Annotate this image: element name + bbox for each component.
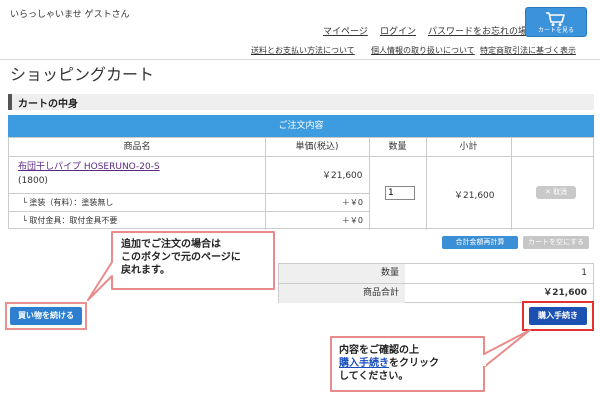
order-summary: 数量 1 商品合計 ￥21,600 (278, 263, 594, 303)
table-divider (9, 193, 369, 194)
column-header-unit-price: 単価(税込) (295, 142, 339, 152)
cart-table: 商品名 単価(税込) 数量 小計 布団干しパイプ HOSERUNO-20-S (… (8, 137, 594, 230)
nav-privacy-link[interactable]: 個人情報の取り扱いについて (371, 45, 475, 56)
nav-mypage-link[interactable]: マイページ (323, 24, 368, 37)
page-title: ショッピングカート (10, 65, 155, 84)
nav-legal-notice-link[interactable]: 特定商取引法に基づく表示 (480, 45, 576, 56)
order-table-header: ご注文内容 (8, 115, 594, 137)
continue-callout-text: 追加でご注文の場合は このボタンで元のページに 戻れます。 (121, 238, 241, 277)
nav-login-link[interactable]: ログイン (380, 24, 416, 37)
cart-section-title: カートの中身 (18, 99, 78, 110)
checkout-callout-line: してください。 (339, 371, 409, 382)
recalculate-button[interactable]: 合計金額再計算 (442, 236, 518, 249)
table-divider (9, 211, 369, 212)
continue-callout-line: 追加でご注文の場合は (121, 239, 221, 250)
nav-forgot-password-link[interactable]: パスワードをお忘れの場合 (428, 24, 536, 37)
shopping-cart-icon (546, 12, 565, 27)
view-cart-label: カートを見る (537, 27, 574, 34)
continue-callout-line: 戻れます。 (121, 265, 170, 276)
checkout-callout-line: 内容をご確認の上 (339, 345, 419, 356)
remove-item-button[interactable]: ✕ 取消 (536, 186, 576, 199)
option-bracket-text: 取付金具：取付金具不要 (29, 216, 118, 225)
checkout-button[interactable]: 購入手続き (529, 307, 587, 325)
summary-total-label: 商品合計 (279, 284, 405, 303)
checkout-callout-line: 購入手続きをクリック (339, 357, 439, 370)
header-divider (0, 59, 600, 60)
section-marker (8, 94, 12, 110)
product-name-link[interactable]: 布団干しパイプ HOSERUNO-20-S (18, 159, 160, 172)
product-code: (1800) (18, 176, 48, 186)
option-bracket-label: └ 取付金具：取付金具不要 (22, 216, 118, 225)
table-divider (9, 156, 593, 157)
option-paint-price: ＋￥0 (341, 198, 363, 207)
view-cart-button[interactable]: カートを見る (525, 7, 587, 37)
checkout-callout-rest: をクリック (389, 358, 439, 369)
nav-shipping-payment-link[interactable]: 送料とお支払い方法について (251, 45, 355, 56)
empty-cart-button[interactable]: カートを空にする (523, 236, 589, 249)
option-paint-label: └ 塗装（有料）：塗装無し (22, 198, 114, 207)
table-divider (265, 138, 266, 230)
option-paint-text: 塗装（有料）：塗装無し (29, 198, 114, 207)
quantity-input[interactable] (385, 186, 415, 200)
greeting-text: いらっしゃいませ ゲストさん (10, 10, 130, 20)
unit-price: ￥21,600 (322, 171, 363, 181)
checkout-callout-text: 内容をご確認の上 購入手続きをクリック してください。 (339, 344, 439, 383)
cart-section-heading: カートの中身 (8, 94, 594, 110)
summary-quantity-value: 1 (581, 268, 587, 278)
item-subtotal: ￥21,600 (454, 191, 495, 201)
column-header-subtotal: 小計 (459, 142, 478, 152)
column-header-product: 商品名 (123, 142, 151, 152)
table-divider (369, 138, 370, 230)
summary-quantity-label: 数量 (279, 264, 405, 283)
table-divider (426, 138, 427, 230)
table-divider (511, 138, 512, 230)
column-header-quantity: 数量 (388, 142, 407, 152)
option-bracket-price: ＋￥0 (341, 216, 363, 225)
checkout-callout-emphasis: 購入手続き (339, 358, 389, 369)
continue-shopping-button[interactable]: 買い物を続ける (10, 307, 82, 325)
continue-callout-line: このボタンで元のページに (121, 252, 241, 263)
